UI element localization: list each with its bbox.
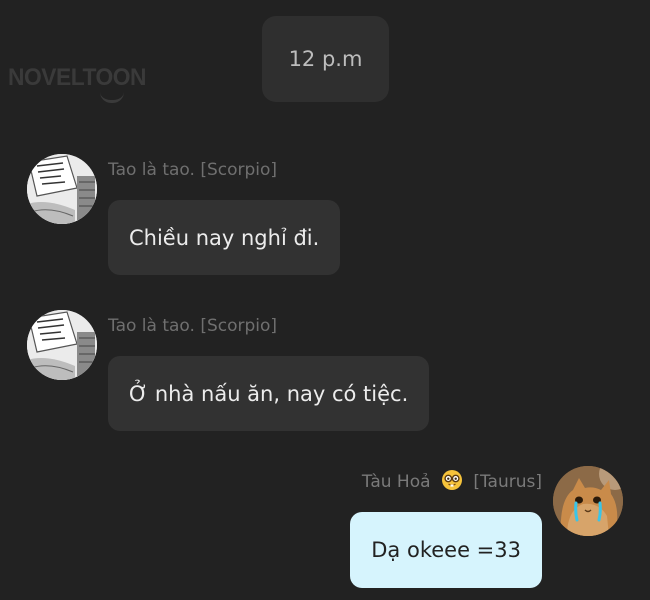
crying-cat-avatar-icon <box>553 466 623 536</box>
message-bubble: Ở nhà nấu ăn, nay có tiệc. <box>108 356 430 431</box>
timestamp-badge: 12 p.m <box>262 16 389 102</box>
message-text: Dạ okeee =33 <box>371 538 521 562</box>
avatar-scorpio[interactable] <box>27 310 97 380</box>
avatar-scorpio[interactable] <box>27 154 97 224</box>
message-text: Chiều nay nghỉ đi. <box>129 225 320 250</box>
watermark-smile-mark <box>100 92 124 103</box>
manga-panel-avatar-icon <box>27 154 97 224</box>
nerd-face-icon <box>441 470 462 490</box>
message-text: Ở nhà nấu ăn, nay có tiệc. <box>129 381 409 406</box>
sender-name: Tàu Hoả <box>361 472 431 492</box>
my-message-bubble: Dạ okeee =33 <box>350 512 542 588</box>
sender-tag: [Taurus] <box>473 472 542 492</box>
message-bubble: Chiều nay nghỉ đi. <box>108 200 341 275</box>
manga-panel-avatar-icon <box>27 310 97 380</box>
noveltoon-watermark: NOVELTOON <box>8 64 147 91</box>
sender-name-row: Tàu Hoả [Taurus] <box>362 470 542 492</box>
sender-name: Tao là tao. [Scorpio] <box>108 160 278 180</box>
sender-name: Tao là tao. [Scorpio] <box>108 316 278 336</box>
avatar-taurus[interactable] <box>553 466 623 536</box>
